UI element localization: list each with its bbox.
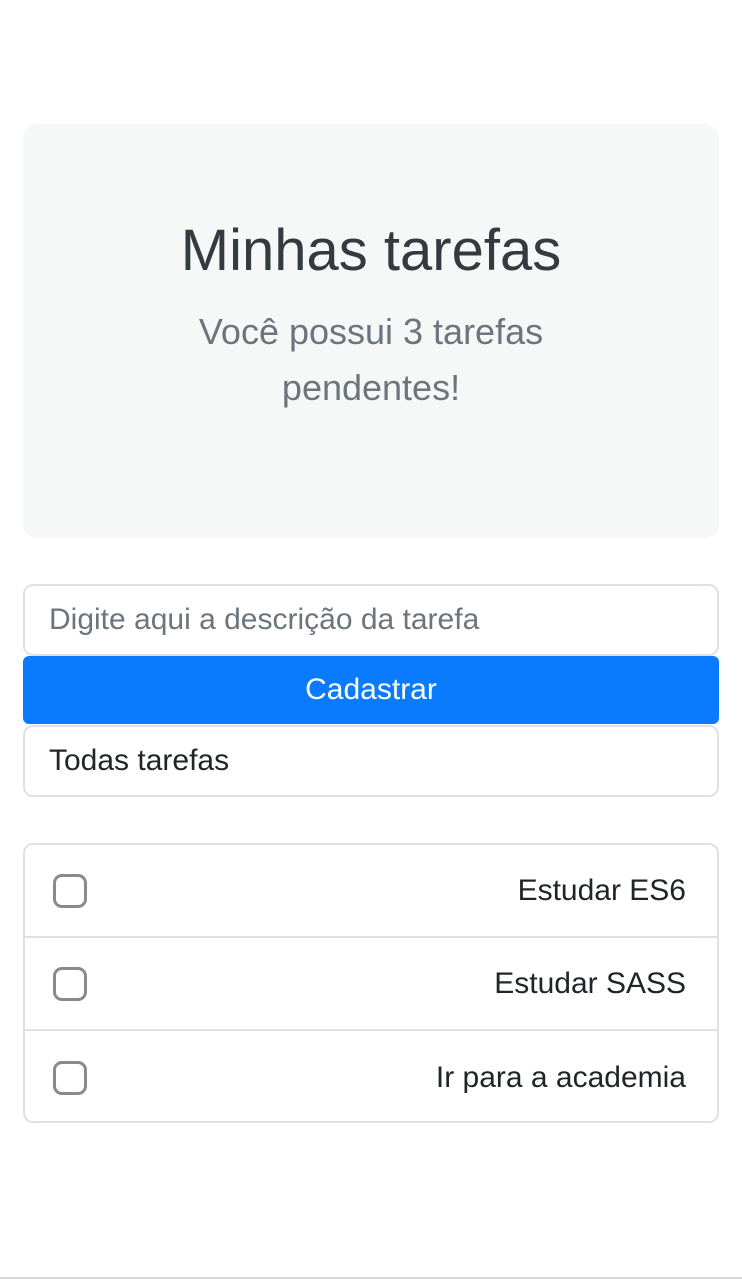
task-label: Estudar ES6 bbox=[517, 873, 686, 907]
page: Minhas tarefas Você possui 3 tarefas pen… bbox=[0, 0, 742, 1280]
task-label: Ir para a academia bbox=[435, 1060, 686, 1094]
task-filter-select[interactable]: Todas tarefas bbox=[23, 725, 719, 797]
page-title: Minhas tarefas bbox=[180, 218, 562, 283]
task-filter-selected-value: Todas tarefas bbox=[49, 744, 230, 777]
task-description-input[interactable] bbox=[23, 584, 719, 656]
task-item: Estudar ES6 bbox=[25, 845, 717, 938]
bottom-divider bbox=[0, 1277, 742, 1279]
task-checkbox[interactable] bbox=[53, 966, 87, 1001]
task-checkbox[interactable] bbox=[53, 1060, 87, 1095]
task-label: Estudar SASS bbox=[494, 966, 686, 1000]
task-item: Estudar SASS bbox=[25, 938, 717, 1031]
pending-tasks-message: Você possui 3 tarefas pendentes! bbox=[198, 311, 544, 408]
task-checkbox[interactable] bbox=[53, 873, 87, 908]
task-item: Ir para a academia bbox=[25, 1031, 717, 1121]
header-panel: Minhas tarefas Você possui 3 tarefas pen… bbox=[23, 124, 719, 538]
task-list: Estudar ES6 Estudar SASS Ir para a acade… bbox=[23, 843, 719, 1123]
submit-task-button[interactable]: Cadastrar bbox=[23, 656, 719, 724]
